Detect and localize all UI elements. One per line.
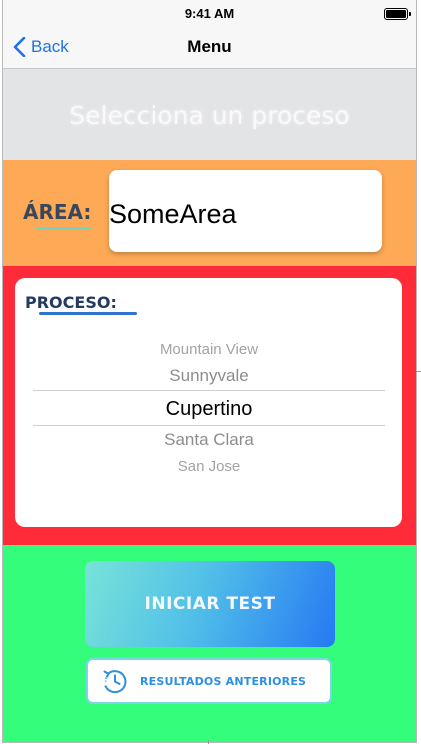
actions-section: INICIAR TEST RESULTADOS ANTERIORES	[3, 545, 416, 742]
layout-guide-line	[208, 740, 209, 744]
picker-selection-line	[33, 425, 385, 426]
proceso-picker[interactable]: Mountain View Sunnyvale Cupertino Santa …	[33, 336, 385, 476]
area-label: ÁREA:	[23, 200, 92, 224]
previous-results-button[interactable]: RESULTADOS ANTERIORES	[86, 658, 332, 704]
picker-selection-line	[33, 390, 385, 391]
picker-option[interactable]: Santa Clara	[33, 430, 385, 450]
area-field[interactable]: SomeArea	[109, 170, 382, 252]
back-button[interactable]: Back	[13, 26, 69, 68]
proceso-section: PROCESO: Mountain View Sunnyvale Cuperti…	[3, 266, 416, 545]
proceso-label: PROCESO:	[25, 293, 117, 312]
area-section: ÁREA: SomeArea	[3, 160, 416, 266]
back-label: Back	[31, 37, 69, 56]
proceso-label-underline	[39, 312, 137, 315]
start-test-button[interactable]: INICIAR TEST	[85, 561, 335, 647]
area-label-underline	[36, 227, 92, 230]
proceso-card: PROCESO: Mountain View Sunnyvale Cuperti…	[15, 278, 402, 527]
picker-option[interactable]: Sunnyvale	[33, 366, 385, 386]
header-section: Selecciona un proceso	[3, 69, 416, 160]
area-value: SomeArea	[109, 199, 237, 229]
picker-option-selected[interactable]: Cupertino	[33, 398, 385, 421]
battery-icon	[384, 8, 411, 20]
status-bar: 9:41 AM	[3, 0, 416, 26]
status-time: 9:41 AM	[184, 6, 235, 21]
navigation-bar: Back Menu	[3, 26, 416, 69]
previous-results-label: RESULTADOS ANTERIORES	[140, 674, 307, 688]
clock-history-icon	[103, 670, 127, 694]
start-test-label: INICIAR TEST	[144, 594, 276, 614]
layout-guide-line	[416, 371, 421, 372]
screen-heading: Selecciona un proceso	[69, 101, 350, 130]
picker-option[interactable]: San Jose	[33, 458, 385, 475]
chevron-left-icon	[13, 37, 26, 57]
picker-option[interactable]: Mountain View	[33, 341, 385, 358]
phone-screen: 9:41 AM Back Menu Selecciona un proceso …	[2, 0, 417, 743]
